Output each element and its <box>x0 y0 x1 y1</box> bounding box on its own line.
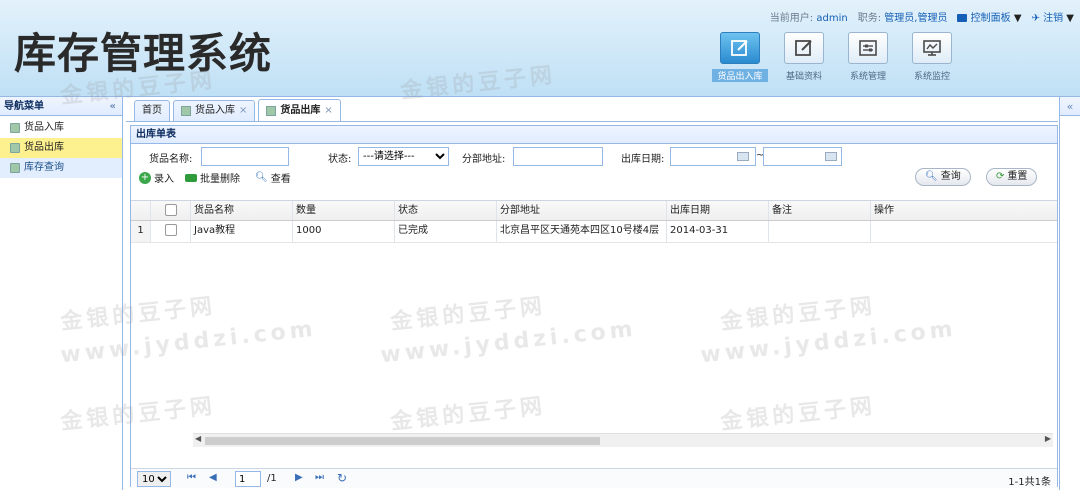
edit-icon <box>720 32 760 64</box>
main-area: 首页 货品入库 × 货品出库 × 出库单表 货品名称: 状态: ---请选择--… <box>126 97 1058 490</box>
cell-status: 已完成 <box>395 221 497 242</box>
east-panel: « <box>1059 97 1080 490</box>
first-page-icon[interactable]: ⏮ <box>187 472 196 483</box>
nav-item-stock-in[interactable]: 货品入库 <box>0 118 122 138</box>
role-label: 职务: <box>857 13 882 24</box>
tab-bar: 首页 货品入库 × 货品出库 × <box>126 97 1058 122</box>
batch-delete-button[interactable]: 批量删除 <box>185 170 240 185</box>
search-icon: 🔍︎ <box>925 171 938 182</box>
filter-bar: 货品名称: 状态: ---请选择--- 分部地址: 出库日期: ~ <box>131 144 1057 168</box>
cell-date: 2014-03-31 <box>667 221 769 242</box>
control-panel-menu[interactable]: 控制面板 ▼ <box>957 9 1022 24</box>
add-button[interactable]: + 录入 <box>139 170 174 185</box>
view-button[interactable]: 🔍︎ 查看 <box>255 170 291 185</box>
close-icon[interactable]: × <box>239 101 247 121</box>
last-page-icon[interactable]: ⏭ <box>315 472 324 483</box>
status-label: 状态: <box>328 154 352 165</box>
col-header-op[interactable]: 操作 <box>871 201 1057 220</box>
tab-stock-out[interactable]: 货品出库 × <box>258 99 341 121</box>
date-label: 出库日期: <box>621 154 665 165</box>
settings-panel-icon <box>848 32 888 64</box>
col-header-qty[interactable]: 数量 <box>293 201 395 220</box>
nav-item-stock-out[interactable]: 货品出库 <box>0 138 122 158</box>
header: 库存管理系统 当前用户: admin 职务: 管理员,管理员 控制面板 ▼ ✈ … <box>0 0 1080 97</box>
grid-header: 货品名称 数量 状态 分部地址 出库日期 备注 操作 <box>131 201 1057 221</box>
table-row[interactable]: 1 Java教程 1000 已完成 北京昌平区天通苑本四区10号楼4层 2014… <box>131 221 1057 243</box>
user-bar: 当前用户: admin 职务: 管理员,管理员 控制面板 ▼ ✈ 注销 ▼ <box>770 9 1074 24</box>
cell-note <box>769 221 871 242</box>
plus-icon: + <box>139 171 151 184</box>
app-logo: 库存管理系统 <box>14 29 273 78</box>
page-icon <box>10 123 20 133</box>
nav-item-stock-query[interactable]: 库存查询 <box>0 158 122 178</box>
nav-panel: 导航菜单 « 货品入库 货品出库 库存查询 <box>0 97 123 490</box>
calendar-icon[interactable] <box>825 152 837 161</box>
caret-down-icon: ▼ <box>1013 13 1022 24</box>
top-button-basic-data[interactable]: 基础资料 <box>776 32 832 86</box>
scroll-thumb[interactable] <box>205 437 600 445</box>
col-header-date[interactable]: 出库日期 <box>667 201 769 220</box>
cell-address: 北京昌平区天通苑本四区10号楼4层 <box>497 221 667 242</box>
minus-icon <box>185 173 197 182</box>
tab-home[interactable]: 首页 <box>134 100 170 121</box>
cell-qty: 1000 <box>293 221 395 242</box>
col-header-status[interactable]: 状态 <box>395 201 497 220</box>
toolbar: + 录入 批量删除 🔍︎ 查看 🔍︎ 查询 ⟳ 重置 <box>131 168 1057 187</box>
reset-button[interactable]: ⟳ 重置 <box>986 168 1038 186</box>
monitor-icon <box>912 32 952 64</box>
next-page-icon[interactable]: ▶ <box>295 472 303 483</box>
address-label: 分部地址: <box>462 154 506 165</box>
scroll-left-icon[interactable]: ◀ <box>195 434 201 443</box>
close-icon[interactable]: × <box>324 101 332 121</box>
current-user-label: 当前用户: <box>769 13 814 24</box>
col-header-name[interactable]: 货品名称 <box>191 201 293 220</box>
col-header-address[interactable]: 分部地址 <box>497 201 667 220</box>
refresh-icon: ⟳ <box>996 171 1005 182</box>
logout-link[interactable]: ✈ 注销 ▼ <box>1032 9 1074 24</box>
name-label: 货品名称: <box>149 154 193 165</box>
status-select[interactable]: ---请选择--- <box>358 147 449 166</box>
caret-down-icon: ▼ <box>1066 13 1074 24</box>
horizontal-scrollbar[interactable]: ◀ ▶ <box>193 433 1053 447</box>
page-size-select[interactable]: 10 <box>137 471 171 487</box>
total-pages: /1 <box>267 473 277 484</box>
page-summary: 1-1共1条 <box>1008 477 1051 488</box>
page-icon <box>181 106 191 116</box>
prev-page-icon[interactable]: ◀ <box>209 472 217 483</box>
cell-name: Java教程 <box>191 221 293 242</box>
stock-out-panel: 出库单表 货品名称: 状态: ---请选择--- 分部地址: 出库日期: ~ +… <box>130 125 1058 488</box>
page-icon <box>10 143 20 153</box>
page-icon <box>10 163 20 173</box>
search-icon: 🔍︎ <box>255 172 268 183</box>
top-button-system-monitor[interactable]: 系统监控 <box>904 32 960 86</box>
query-button[interactable]: 🔍︎ 查询 <box>915 168 971 186</box>
refresh-icon[interactable]: ↻ <box>337 471 347 485</box>
expand-east-button[interactable]: « <box>1060 97 1080 116</box>
data-grid: 货品名称 数量 状态 分部地址 出库日期 备注 操作 1 Java教程 1000… <box>131 200 1057 430</box>
role: 管理员,管理员 <box>884 13 948 24</box>
top-button-system-manage[interactable]: 系统管理 <box>840 32 896 86</box>
collapse-nav-button[interactable]: « <box>110 97 116 116</box>
top-button-stock-io[interactable]: 货品出入库 <box>712 32 768 86</box>
current-user: admin <box>816 13 848 24</box>
select-all-checkbox[interactable] <box>164 204 177 216</box>
address-input[interactable] <box>513 147 603 166</box>
folder-icon <box>957 14 968 22</box>
pagination: 10 ⏮ ◀ /1 ▶ ⏭ ↻ 1-1共1条 <box>131 468 1057 488</box>
page-input[interactable] <box>235 471 261 487</box>
nav-title: 导航菜单 <box>4 101 44 112</box>
edit-icon <box>784 32 824 64</box>
panel-title: 出库单表 <box>131 126 1057 144</box>
send-icon: ✈ <box>1031 13 1040 24</box>
tab-stock-in[interactable]: 货品入库 × <box>173 100 256 121</box>
row-number: 1 <box>131 221 151 242</box>
top-toolbar: 货品出入库 基础资料 系统管理 系统监控 <box>712 32 960 86</box>
page-icon <box>266 105 277 116</box>
calendar-icon[interactable] <box>737 152 749 161</box>
cell-op <box>871 221 1057 242</box>
scroll-right-icon[interactable]: ▶ <box>1045 434 1051 443</box>
name-input[interactable] <box>201 147 289 166</box>
col-header-note[interactable]: 备注 <box>769 201 871 220</box>
row-checkbox[interactable] <box>164 224 177 236</box>
